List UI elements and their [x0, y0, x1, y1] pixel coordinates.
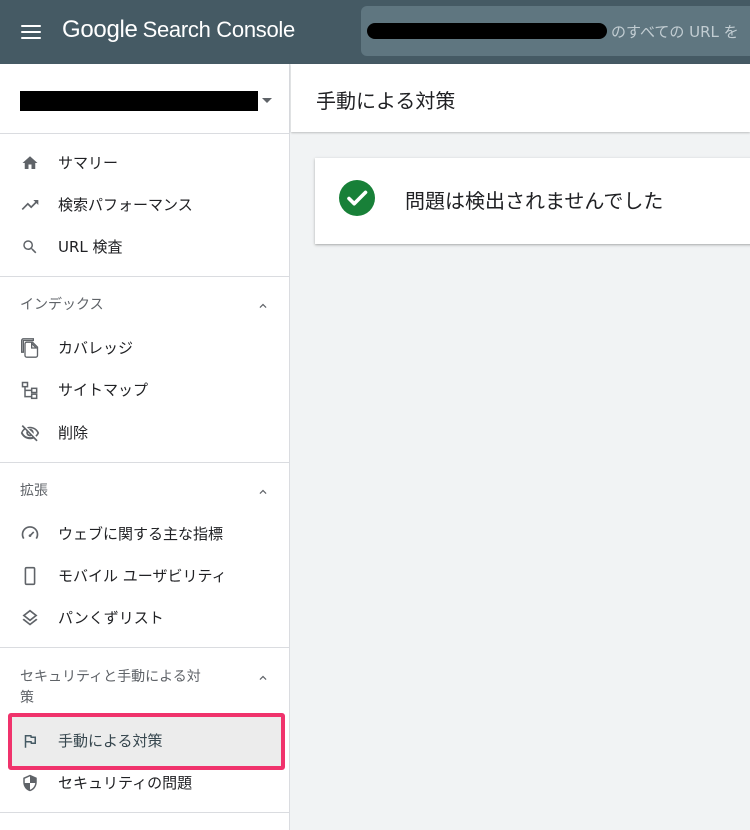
brand-google-text: Google: [62, 16, 138, 43]
sidebar-item-label: ウェブに関する主な指標: [58, 525, 224, 543]
sidebar-item-label: セキュリティの問題: [58, 774, 193, 792]
sidebar-item-label: 検索パフォーマンス: [58, 196, 193, 214]
sitemap-icon: [20, 380, 40, 400]
brand-product-text: Search Console: [142, 17, 296, 42]
section-header-index[interactable]: インデックス: [0, 295, 289, 319]
smartphone-icon: [20, 566, 40, 586]
section-title: 拡張: [20, 483, 48, 499]
search-icon: [20, 237, 40, 257]
trending-up-icon: [20, 195, 40, 215]
sidebar-divider: [0, 276, 289, 277]
sidebar-item-url-inspection[interactable]: URL 検査: [0, 226, 289, 268]
sidebar-item-label: 削除: [58, 424, 89, 442]
search-placeholder: のすべての URL を: [611, 23, 739, 41]
sidebar-item-removals[interactable]: 削除: [0, 412, 289, 454]
url-inspect-search-input[interactable]: のすべての URL を: [361, 6, 750, 56]
section-header-enhancements[interactable]: 拡張: [0, 481, 289, 505]
app-logo[interactable]: Google Search Console: [62, 16, 295, 48]
hamburger-menu-icon[interactable]: [21, 22, 43, 42]
redacted-property-name: [20, 91, 258, 111]
section-title: インデックス: [20, 297, 104, 313]
page-header: 手動による対策: [291, 64, 750, 132]
sidebar-item-label: サイトマップ: [58, 381, 149, 399]
sidebar-item-summary[interactable]: サマリー: [0, 142, 289, 184]
status-card: 問題は検出されませんでした: [315, 158, 750, 244]
property-selector[interactable]: [0, 64, 289, 134]
sidebar-divider: [0, 647, 289, 648]
sidebar-item-security-issues[interactable]: セキュリティの問題: [0, 762, 289, 804]
file-copy-icon: [20, 338, 40, 358]
chevron-up-icon: [259, 489, 267, 494]
sidebar-item-sitemaps[interactable]: サイトマップ: [0, 369, 289, 411]
sidebar-item-performance[interactable]: 検索パフォーマンス: [0, 184, 289, 226]
sidebar-item-breadcrumbs[interactable]: パンくずリスト: [0, 597, 289, 639]
chevron-up-icon: [259, 303, 267, 308]
chevron-up-icon: [259, 675, 267, 680]
sidebar-divider: [0, 812, 289, 813]
sidebar-item-coverage[interactable]: カバレッジ: [0, 327, 289, 369]
sidebar-item-mobile-usability[interactable]: モバイル ユーザビリティ: [0, 555, 289, 597]
dropdown-arrow-icon: [262, 98, 272, 103]
sidebar-divider: [0, 462, 289, 463]
sidebar-item-core-web-vitals[interactable]: ウェブに関する主な指標: [0, 513, 289, 555]
visibility-off-icon: [20, 423, 40, 443]
sidebar-item-label: モバイル ユーザビリティ: [58, 567, 227, 585]
section-title-line2: 策: [20, 690, 34, 706]
check-circle-icon: [339, 180, 375, 216]
sidebar-item-label: URL 検査: [58, 238, 123, 256]
shield-icon: [20, 773, 40, 793]
sidebar-item-label: パンくずリスト: [58, 609, 164, 627]
sidebar-item-label: カバレッジ: [58, 339, 134, 357]
section-header-security-manual-actions[interactable]: セキュリティと手動による対 策: [0, 667, 289, 711]
page-title: 手動による対策: [316, 89, 456, 113]
top-app-bar: Google Search Console のすべての URL を: [0, 0, 750, 64]
status-message: 問題は検出されませんでした: [405, 189, 664, 213]
speed-gauge-icon: [20, 524, 40, 544]
sidebar-item-label: サマリー: [58, 154, 119, 172]
home-icon: [20, 153, 40, 173]
redacted-property-url: [367, 23, 607, 39]
section-title-line1: セキュリティと手動による対: [20, 669, 201, 685]
layers-icon: [20, 608, 40, 628]
